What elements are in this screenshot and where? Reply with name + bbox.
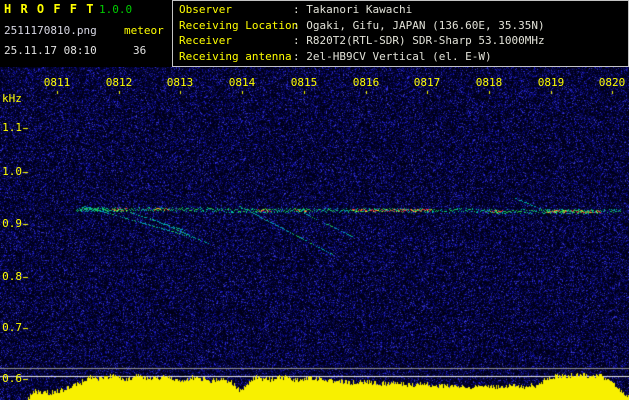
x-axis-label-0816: 0816 <box>352 76 380 89</box>
y-axis-label-0.7: 0.7 <box>2 321 22 334</box>
station-row-0: Observer : Takanori Kawachi <box>179 2 628 18</box>
x-axis-label-0813: 0813 <box>166 76 194 89</box>
x-axis-label-0814: 0814 <box>228 76 256 89</box>
y-axis-label-1.1: 1.1 <box>2 121 22 134</box>
station-row-3: Receiving antenna: 2el-HB9CV Vertical (e… <box>179 49 628 65</box>
x-axis-label-0818: 0818 <box>475 76 503 89</box>
output-filename: 2511170810.png <box>4 24 97 37</box>
x-axis-label-0811: 0811 <box>43 76 71 89</box>
station-row-2: Receiver : R820T2(RTL-SDR) SDR-Sharp 53.1… <box>179 33 628 49</box>
x-axis-label-0819: 0819 <box>537 76 565 89</box>
app-version: 1.0.0 <box>99 3 133 16</box>
spectrogram-canvas <box>0 67 629 400</box>
y-axis-unit-label: kHz <box>2 92 22 105</box>
station-label-3: Receiving antenna <box>179 49 292 63</box>
app-title: H R O F F T <box>4 2 95 16</box>
y-axis-label-0.9: 0.9 <box>2 217 22 230</box>
y-axis-label-1.0: 1.0 <box>2 165 22 178</box>
station-label-1: Receiving Location <box>179 18 299 32</box>
spectrogram-area: kHz 0811 0812 0813 0814 0815 0816 0817 0818 0819… <box>0 67 629 400</box>
y-axis-label-0.6: 0.6 <box>2 372 22 385</box>
station-info: Observer : Takanori Kawachi Receiving Loca… <box>172 0 629 67</box>
x-axis-label-0817: 0817 <box>413 76 441 89</box>
station-value-3: : 2el-HB9CV Vertical (el. E-W) <box>293 49 492 63</box>
echo-count: 36 <box>133 44 147 57</box>
hrofft-window: H R O F F T 1.0.0 2511170810.png meteor … <box>0 0 629 400</box>
observation-datetime: 25.11.17 08:10 <box>4 44 97 57</box>
x-axis-label-0812: 0812 <box>105 76 133 89</box>
station-value-1: : Ogaki, Gifu, JAPAN (136.60E, 35.35N) <box>293 18 545 32</box>
observation-mode-label: meteor <box>124 24 164 37</box>
station-row-1: Receiving Location: Ogaki, Gifu, JAPAN (… <box>179 18 628 34</box>
station-label-0: Observer <box>179 3 232 16</box>
y-axis-label-0.8: 0.8 <box>2 270 22 283</box>
header-bar: H R O F F T 1.0.0 2511170810.png meteor … <box>0 0 629 67</box>
app-info: H R O F F T 1.0.0 2511170810.png meteor … <box>0 0 172 67</box>
station-value-0: : Takanori Kawachi <box>293 3 413 16</box>
station-label-2: Receiver <box>179 34 232 47</box>
x-axis-label-0820: 0820 <box>598 76 626 89</box>
station-value-2: : R820T2(RTL-SDR) SDR-Sharp 53.1000MHz <box>293 34 545 47</box>
x-axis-label-0815: 0815 <box>290 76 318 89</box>
